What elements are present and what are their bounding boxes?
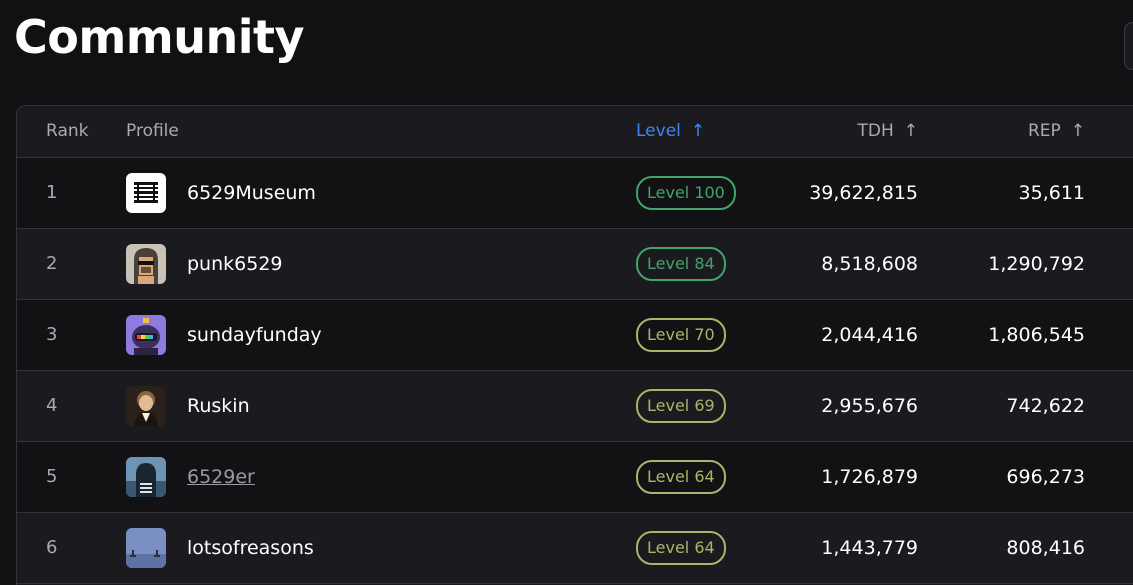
museum-logo-avatar[interactable]	[126, 173, 166, 213]
table-row[interactable]: 5 6529er Level 64 1,726,879 696,273	[17, 442, 1133, 513]
tdh-value: 8,518,608	[821, 253, 918, 275]
blue-scene-avatar[interactable]	[126, 528, 166, 568]
level-badge: Level 64	[636, 460, 726, 494]
tdh-value: 2,044,416	[821, 324, 918, 346]
table-row[interactable]: 6 lotsofreasons Level 64 1,443,779 808,4…	[17, 513, 1133, 584]
column-header-profile: Profile	[126, 106, 179, 157]
portrait-avatar[interactable]	[126, 386, 166, 426]
table-header: Rank Profile Level ↑ TDH ↑ REP ↑	[17, 106, 1133, 158]
tdh-value: 2,955,676	[821, 395, 918, 417]
table-row[interactable]: 1 6529Museum Level 100 39,622,815 35,611	[17, 158, 1133, 229]
table-row[interactable]: 4 Ruskin Level 69 2,955,676 742,622	[17, 371, 1133, 442]
profile-handle-link[interactable]: sundayfunday	[187, 300, 322, 370]
column-header-rank-label: Rank	[46, 121, 89, 141]
rank-cell: 3	[46, 324, 58, 345]
level-badge: Level 100	[636, 176, 736, 210]
rank-cell: 5	[46, 466, 58, 487]
column-header-tdh-label: TDH	[857, 121, 894, 141]
column-header-rep-label: REP	[1027, 121, 1061, 141]
level-badge: Level 69	[636, 389, 726, 423]
column-header-rank[interactable]: Rank	[46, 106, 88, 157]
column-header-rep[interactable]: REP ↑	[1028, 106, 1085, 157]
tdh-value: 1,726,879	[821, 466, 918, 488]
column-header-tdh[interactable]: TDH ↑	[857, 106, 918, 157]
rep-value: 696,273	[1006, 466, 1085, 488]
rank-cell: 1	[46, 182, 58, 203]
sort-arrow-up-icon: ↑	[690, 121, 706, 141]
profile-handle-link[interactable]: 6529Museum	[187, 158, 316, 228]
toolbar-button[interactable]	[1124, 22, 1133, 70]
level-badge: Level 84	[636, 247, 726, 281]
sort-arrow-up-icon: ↑	[903, 121, 918, 141]
column-header-level[interactable]: Level ↑	[636, 106, 705, 157]
punk-avatar[interactable]	[126, 244, 166, 284]
column-header-profile-label: Profile	[126, 121, 179, 141]
profile-handle-link[interactable]: lotsofreasons	[187, 513, 314, 583]
hooded-figure-avatar[interactable]	[126, 457, 166, 497]
column-header-level-label: Level	[636, 121, 681, 141]
profile-handle-link[interactable]: Ruskin	[187, 371, 250, 441]
tdh-value: 39,622,815	[809, 182, 918, 204]
level-badge: Level 70	[636, 318, 726, 352]
rep-value: 742,622	[1006, 395, 1085, 417]
profile-handle-link[interactable]: 6529er	[187, 442, 255, 512]
community-page: Community Rank Profile Level ↑ TDH ↑ REP ↑ …	[0, 0, 1133, 585]
tdh-value: 1,443,779	[821, 537, 918, 559]
table-body: 1 6529Museum Level 100 39,622,815 35,611…	[17, 158, 1133, 584]
rep-value: 808,416	[1006, 537, 1085, 559]
rank-cell: 4	[46, 395, 58, 416]
sort-arrow-up-icon: ↑	[1070, 121, 1085, 141]
rep-value: 35,611	[1018, 182, 1085, 204]
rep-value: 1,290,792	[988, 253, 1085, 275]
profile-handle-link[interactable]: punk6529	[187, 229, 283, 299]
community-table: Rank Profile Level ↑ TDH ↑ REP ↑ 1 6529M…	[16, 105, 1133, 585]
purple-character-avatar[interactable]	[126, 315, 166, 355]
table-row[interactable]: 2 punk6529 Level 84 8,518,608 1,290,792	[17, 229, 1133, 300]
table-row[interactable]: 3 sundayfunday Level 70 2,044,416 1,806,…	[17, 300, 1133, 371]
page-title: Community	[14, 10, 304, 64]
rank-cell: 6	[46, 537, 58, 558]
level-badge: Level 64	[636, 531, 726, 565]
rank-cell: 2	[46, 253, 58, 274]
rep-value: 1,806,545	[988, 324, 1085, 346]
